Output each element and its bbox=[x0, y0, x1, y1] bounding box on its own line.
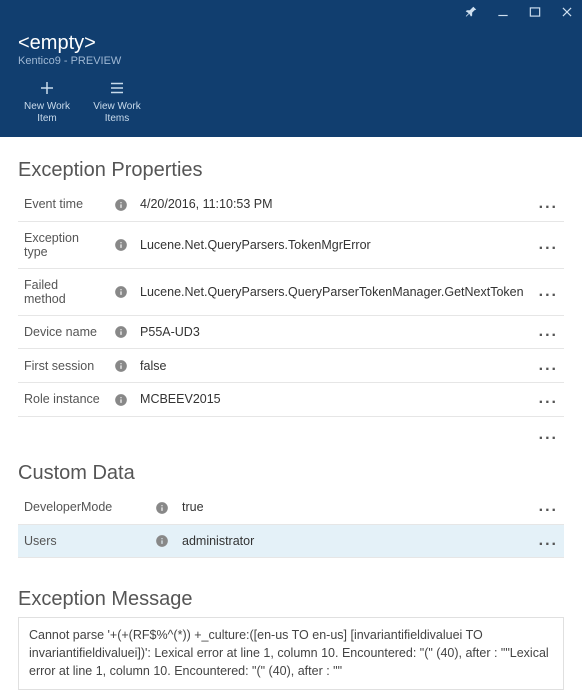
exception-message-body: Cannot parse '+(+(RF$%^(*)) +_culture:([… bbox=[18, 617, 564, 689]
info-icon[interactable] bbox=[148, 491, 176, 524]
property-label: Failed method bbox=[18, 268, 107, 315]
new-work-item-button[interactable]: New Work Item bbox=[18, 79, 76, 125]
row-more-actions[interactable]: ... bbox=[539, 395, 558, 403]
property-value: Lucene.Net.QueryParsers.QueryParserToken… bbox=[134, 268, 530, 315]
toolbar-label: New Work Item bbox=[18, 101, 76, 125]
minimize-icon[interactable] bbox=[496, 5, 510, 19]
property-label: DeveloperMode bbox=[18, 491, 148, 524]
table-row[interactable]: Device name P55A-UD3... bbox=[18, 315, 564, 349]
property-value: P55A-UD3 bbox=[134, 315, 530, 349]
table-row[interactable]: Exception type Lucene.Net.QueryParsers.To… bbox=[18, 221, 564, 268]
table-row[interactable]: First session false... bbox=[18, 349, 564, 383]
header: <empty> Kentico9 - PREVIEW New Work Item… bbox=[0, 24, 582, 137]
table-row[interactable]: Role instance MCBEEV2015... bbox=[18, 383, 564, 417]
property-value: true bbox=[176, 491, 524, 524]
row-more-actions[interactable]: ... bbox=[539, 200, 558, 208]
row-more-actions[interactable]: ... bbox=[539, 537, 558, 545]
info-icon[interactable] bbox=[107, 383, 134, 417]
property-value: false bbox=[134, 349, 530, 383]
property-value: 4/20/2016, 11:10:53 PM bbox=[134, 188, 530, 221]
property-value: administrator bbox=[176, 524, 524, 558]
property-label: Device name bbox=[18, 315, 107, 349]
row-more-actions[interactable]: ... bbox=[539, 288, 558, 296]
pin-icon[interactable] bbox=[464, 5, 478, 19]
toolbar-label: View Work Items bbox=[88, 101, 146, 125]
page-subtitle: Kentico9 - PREVIEW bbox=[18, 55, 564, 67]
window-titlebar bbox=[0, 0, 582, 24]
section-title-exception-message: Exception Message bbox=[18, 588, 564, 611]
section-title-custom-data: Custom Data bbox=[18, 462, 564, 485]
toolbar: New Work Item View Work Items bbox=[18, 79, 564, 125]
section-more-actions[interactable]: ... bbox=[539, 431, 558, 439]
table-row[interactable]: Event time 4/20/2016, 11:10:53 PM... bbox=[18, 188, 564, 221]
row-more-actions[interactable]: ... bbox=[539, 503, 558, 511]
view-work-items-button[interactable]: View Work Items bbox=[88, 79, 146, 125]
close-icon[interactable] bbox=[560, 5, 574, 19]
table-row[interactable]: DeveloperMode true... bbox=[18, 491, 564, 524]
table-row[interactable]: Users administrator... bbox=[18, 524, 564, 558]
custom-data-table: DeveloperMode true... Users administrator..… bbox=[18, 491, 564, 558]
info-icon[interactable] bbox=[107, 188, 134, 221]
maximize-icon[interactable] bbox=[528, 5, 542, 19]
row-more-actions[interactable]: ... bbox=[539, 241, 558, 249]
page-title: <empty> bbox=[18, 32, 564, 55]
row-more-actions[interactable]: ... bbox=[539, 362, 558, 370]
section-title-exception-properties: Exception Properties bbox=[18, 159, 564, 182]
property-label: Exception type bbox=[18, 221, 107, 268]
property-label: Role instance bbox=[18, 383, 107, 417]
info-icon[interactable] bbox=[107, 315, 134, 349]
plus-icon bbox=[38, 79, 56, 97]
info-icon[interactable] bbox=[107, 268, 134, 315]
info-icon[interactable] bbox=[107, 349, 134, 383]
info-icon[interactable] bbox=[148, 524, 176, 558]
property-label: Users bbox=[18, 524, 148, 558]
property-value: Lucene.Net.QueryParsers.TokenMgrError bbox=[134, 221, 530, 268]
exception-properties-table: Event time4/20/2016, 11:10:53 PM...Excep… bbox=[18, 188, 564, 417]
row-more-actions[interactable]: ... bbox=[539, 328, 558, 336]
property-label: Event time bbox=[18, 188, 107, 221]
property-value: MCBEEV2015 bbox=[134, 383, 530, 417]
table-row[interactable]: Failed method Lucene.Net.QueryParsers.Que… bbox=[18, 268, 564, 315]
property-label: First session bbox=[18, 349, 107, 383]
list-icon bbox=[108, 79, 126, 97]
info-icon[interactable] bbox=[107, 221, 134, 268]
